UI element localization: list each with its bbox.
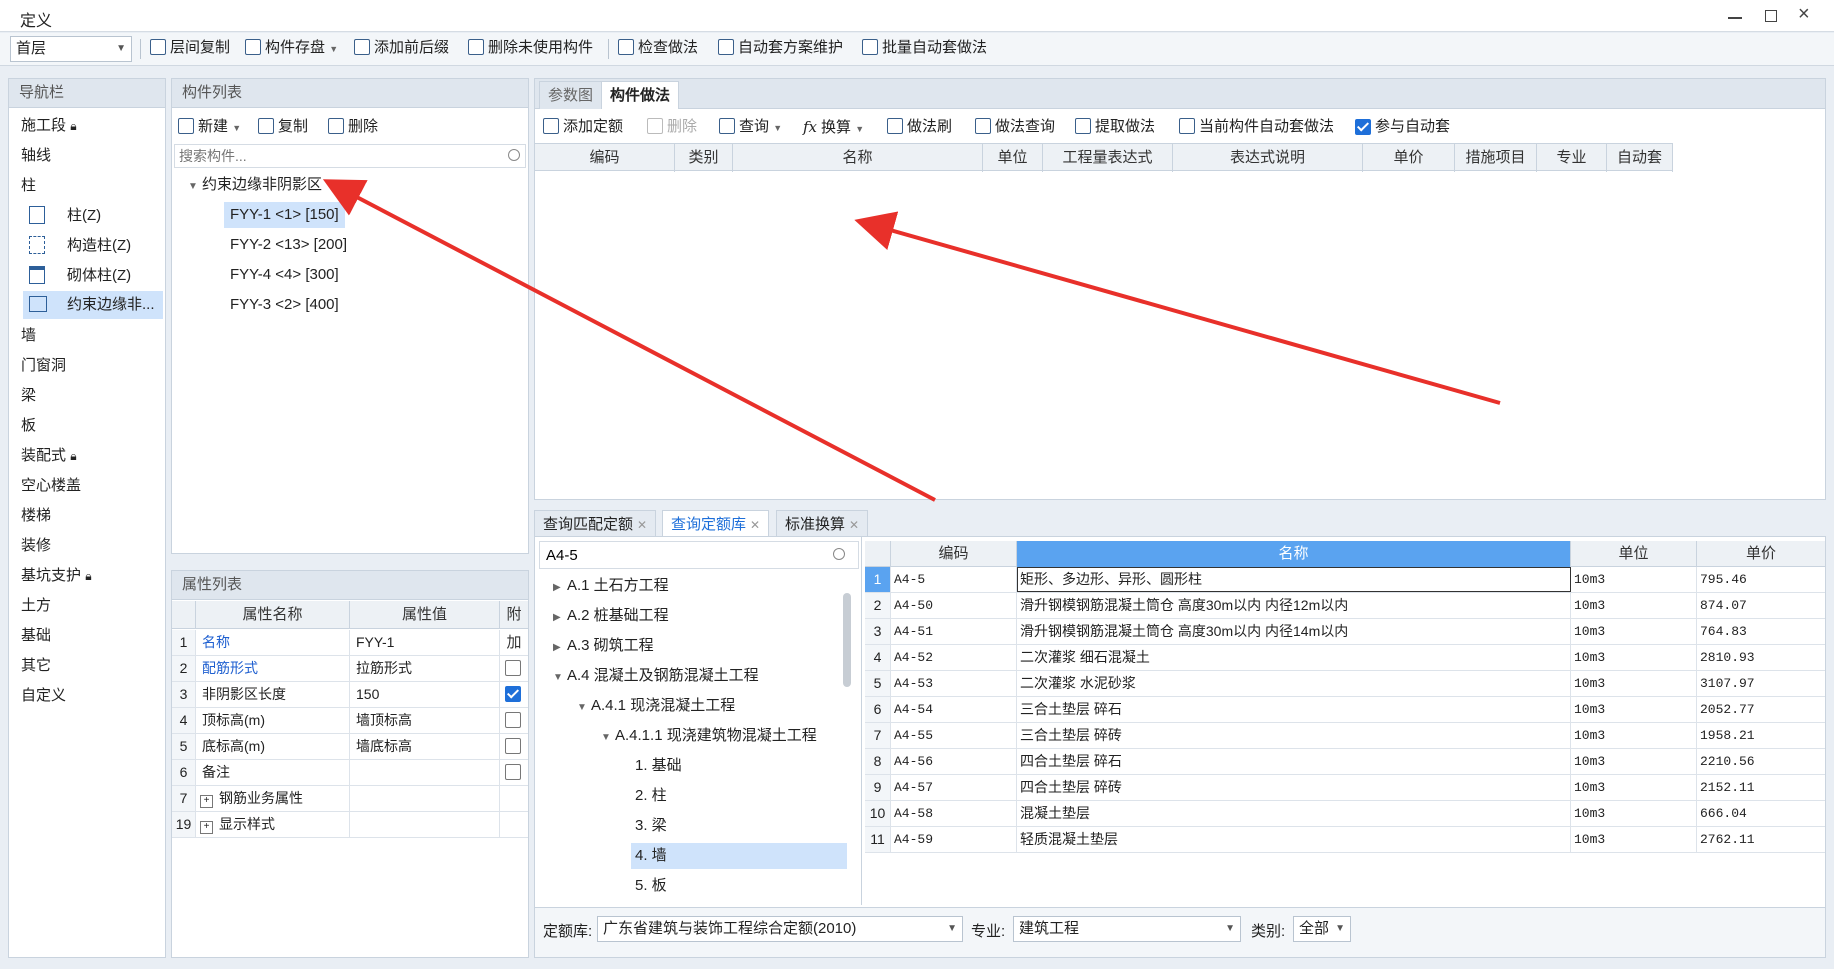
- arrow-to-method-table: [854, 211, 1501, 405]
- arrow-to-component-group: [322, 179, 936, 502]
- annotation-arrows: [322, 179, 1501, 502]
